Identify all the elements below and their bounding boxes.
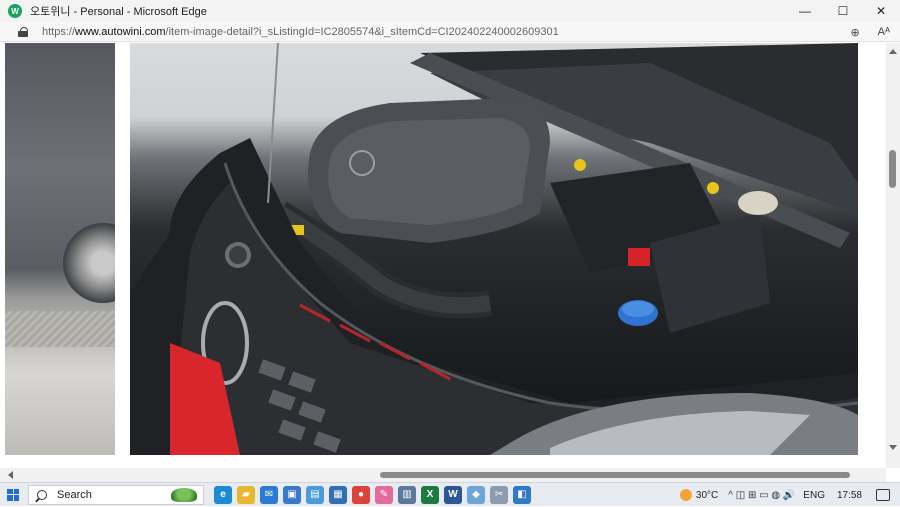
scroll-left-arrow-icon[interactable] xyxy=(8,471,13,479)
weather-widget[interactable]: 30°C xyxy=(679,489,719,501)
address-bar[interactable]: https://www.autowini.com/item-image-deta… xyxy=(0,22,900,42)
floor-strip xyxy=(5,311,115,347)
mail-icon[interactable]: ✉ xyxy=(260,485,278,504)
word-icon[interactable]: W xyxy=(444,485,462,504)
notification-icon[interactable] xyxy=(876,489,890,501)
minimize-button[interactable]: — xyxy=(786,0,824,22)
url-prefix: https:// xyxy=(42,25,76,38)
tool-icon[interactable]: ◆ xyxy=(467,485,485,504)
window-controls: — ☐ ✕ xyxy=(786,0,900,22)
system-tray: 30°C ^ ◫ ⊞ ▭ ◍ 🔊 ENG 17:58 xyxy=(679,483,900,507)
scroll-down-arrow-icon[interactable] xyxy=(889,445,897,450)
windows-taskbar: Search e ▰ ✉ ▣ ▤ ▦ ● ✎ ▥ X W ◆ ✂ ◧ 30°C ^ ◫ ⊞ ▭ ◍ 🔊 E… xyxy=(0,482,900,506)
zoom-icon[interactable]: ⊕ xyxy=(850,26,859,39)
url-text[interactable]: https://www.autowini.com/item-image-deta… xyxy=(42,26,559,38)
address-bar-actions: ⊕ Aᴬ xyxy=(850,22,890,42)
search-icon xyxy=(37,489,47,500)
read-aloud-icon[interactable]: Aᴬ xyxy=(878,26,890,38)
url-domain: www.autowini.com xyxy=(75,25,166,38)
snip-icon[interactable]: ✂ xyxy=(490,485,508,504)
photos-icon[interactable]: ▤ xyxy=(306,485,324,504)
weather-temperature: 30°C xyxy=(695,489,719,501)
image-viewer-icon[interactable]: ◧ xyxy=(513,485,531,504)
edge-icon[interactable]: e xyxy=(214,485,232,504)
calculator-icon[interactable]: ▥ xyxy=(398,485,416,504)
scroll-up-arrow-icon[interactable] xyxy=(889,49,897,54)
chrome-icon[interactable]: ● xyxy=(352,485,370,504)
lock-icon[interactable] xyxy=(18,26,28,37)
sun-icon xyxy=(679,489,692,501)
autowini-app-icon: W xyxy=(8,4,22,18)
onscreen-icon[interactable]: ▦ xyxy=(329,485,347,504)
input-language[interactable]: ENG xyxy=(803,490,825,501)
url-path: /item-image-detail?i_sListingId=IC280557… xyxy=(165,25,559,38)
title-bar: W 오토위니 - Personal - Microsoft Edge — ☐ ✕ xyxy=(0,0,900,22)
windows-logo-icon xyxy=(7,488,19,501)
engine-bay-illustration xyxy=(130,43,858,455)
search-label: Search xyxy=(57,488,92,501)
window-title: 오토위니 - Personal - Microsoft Edge xyxy=(30,6,207,18)
close-button[interactable]: ✕ xyxy=(862,0,900,22)
horizontal-scroll-thumb[interactable] xyxy=(380,472,850,478)
clock[interactable]: 17:58 xyxy=(837,490,862,501)
search-highlight-turtle-icon xyxy=(171,487,197,502)
engine-bay-photo xyxy=(130,43,858,455)
paint-icon[interactable]: ✎ xyxy=(375,485,393,504)
file-explorer-icon[interactable]: ▰ xyxy=(237,485,255,504)
car-wheel-shape xyxy=(63,223,115,303)
pinned-apps: e ▰ ✉ ▣ ▤ ▦ ● ✎ ▥ X W ◆ ✂ ◧ xyxy=(214,485,531,504)
tray-icons[interactable]: ^ ◫ ⊞ ▭ ◍ 🔊 xyxy=(728,490,795,501)
start-button[interactable] xyxy=(0,483,26,507)
store-icon[interactable]: ▣ xyxy=(283,485,301,504)
vertical-scrollbar[interactable] xyxy=(886,43,900,468)
page-content xyxy=(0,43,900,468)
previous-car-photo[interactable] xyxy=(5,43,115,455)
maximize-button[interactable]: ☐ xyxy=(824,0,862,22)
excel-icon[interactable]: X xyxy=(421,485,439,504)
vertical-scroll-thumb[interactable] xyxy=(889,150,896,188)
horizontal-scrollbar[interactable] xyxy=(0,468,886,482)
taskbar-search-box[interactable]: Search xyxy=(28,484,204,505)
